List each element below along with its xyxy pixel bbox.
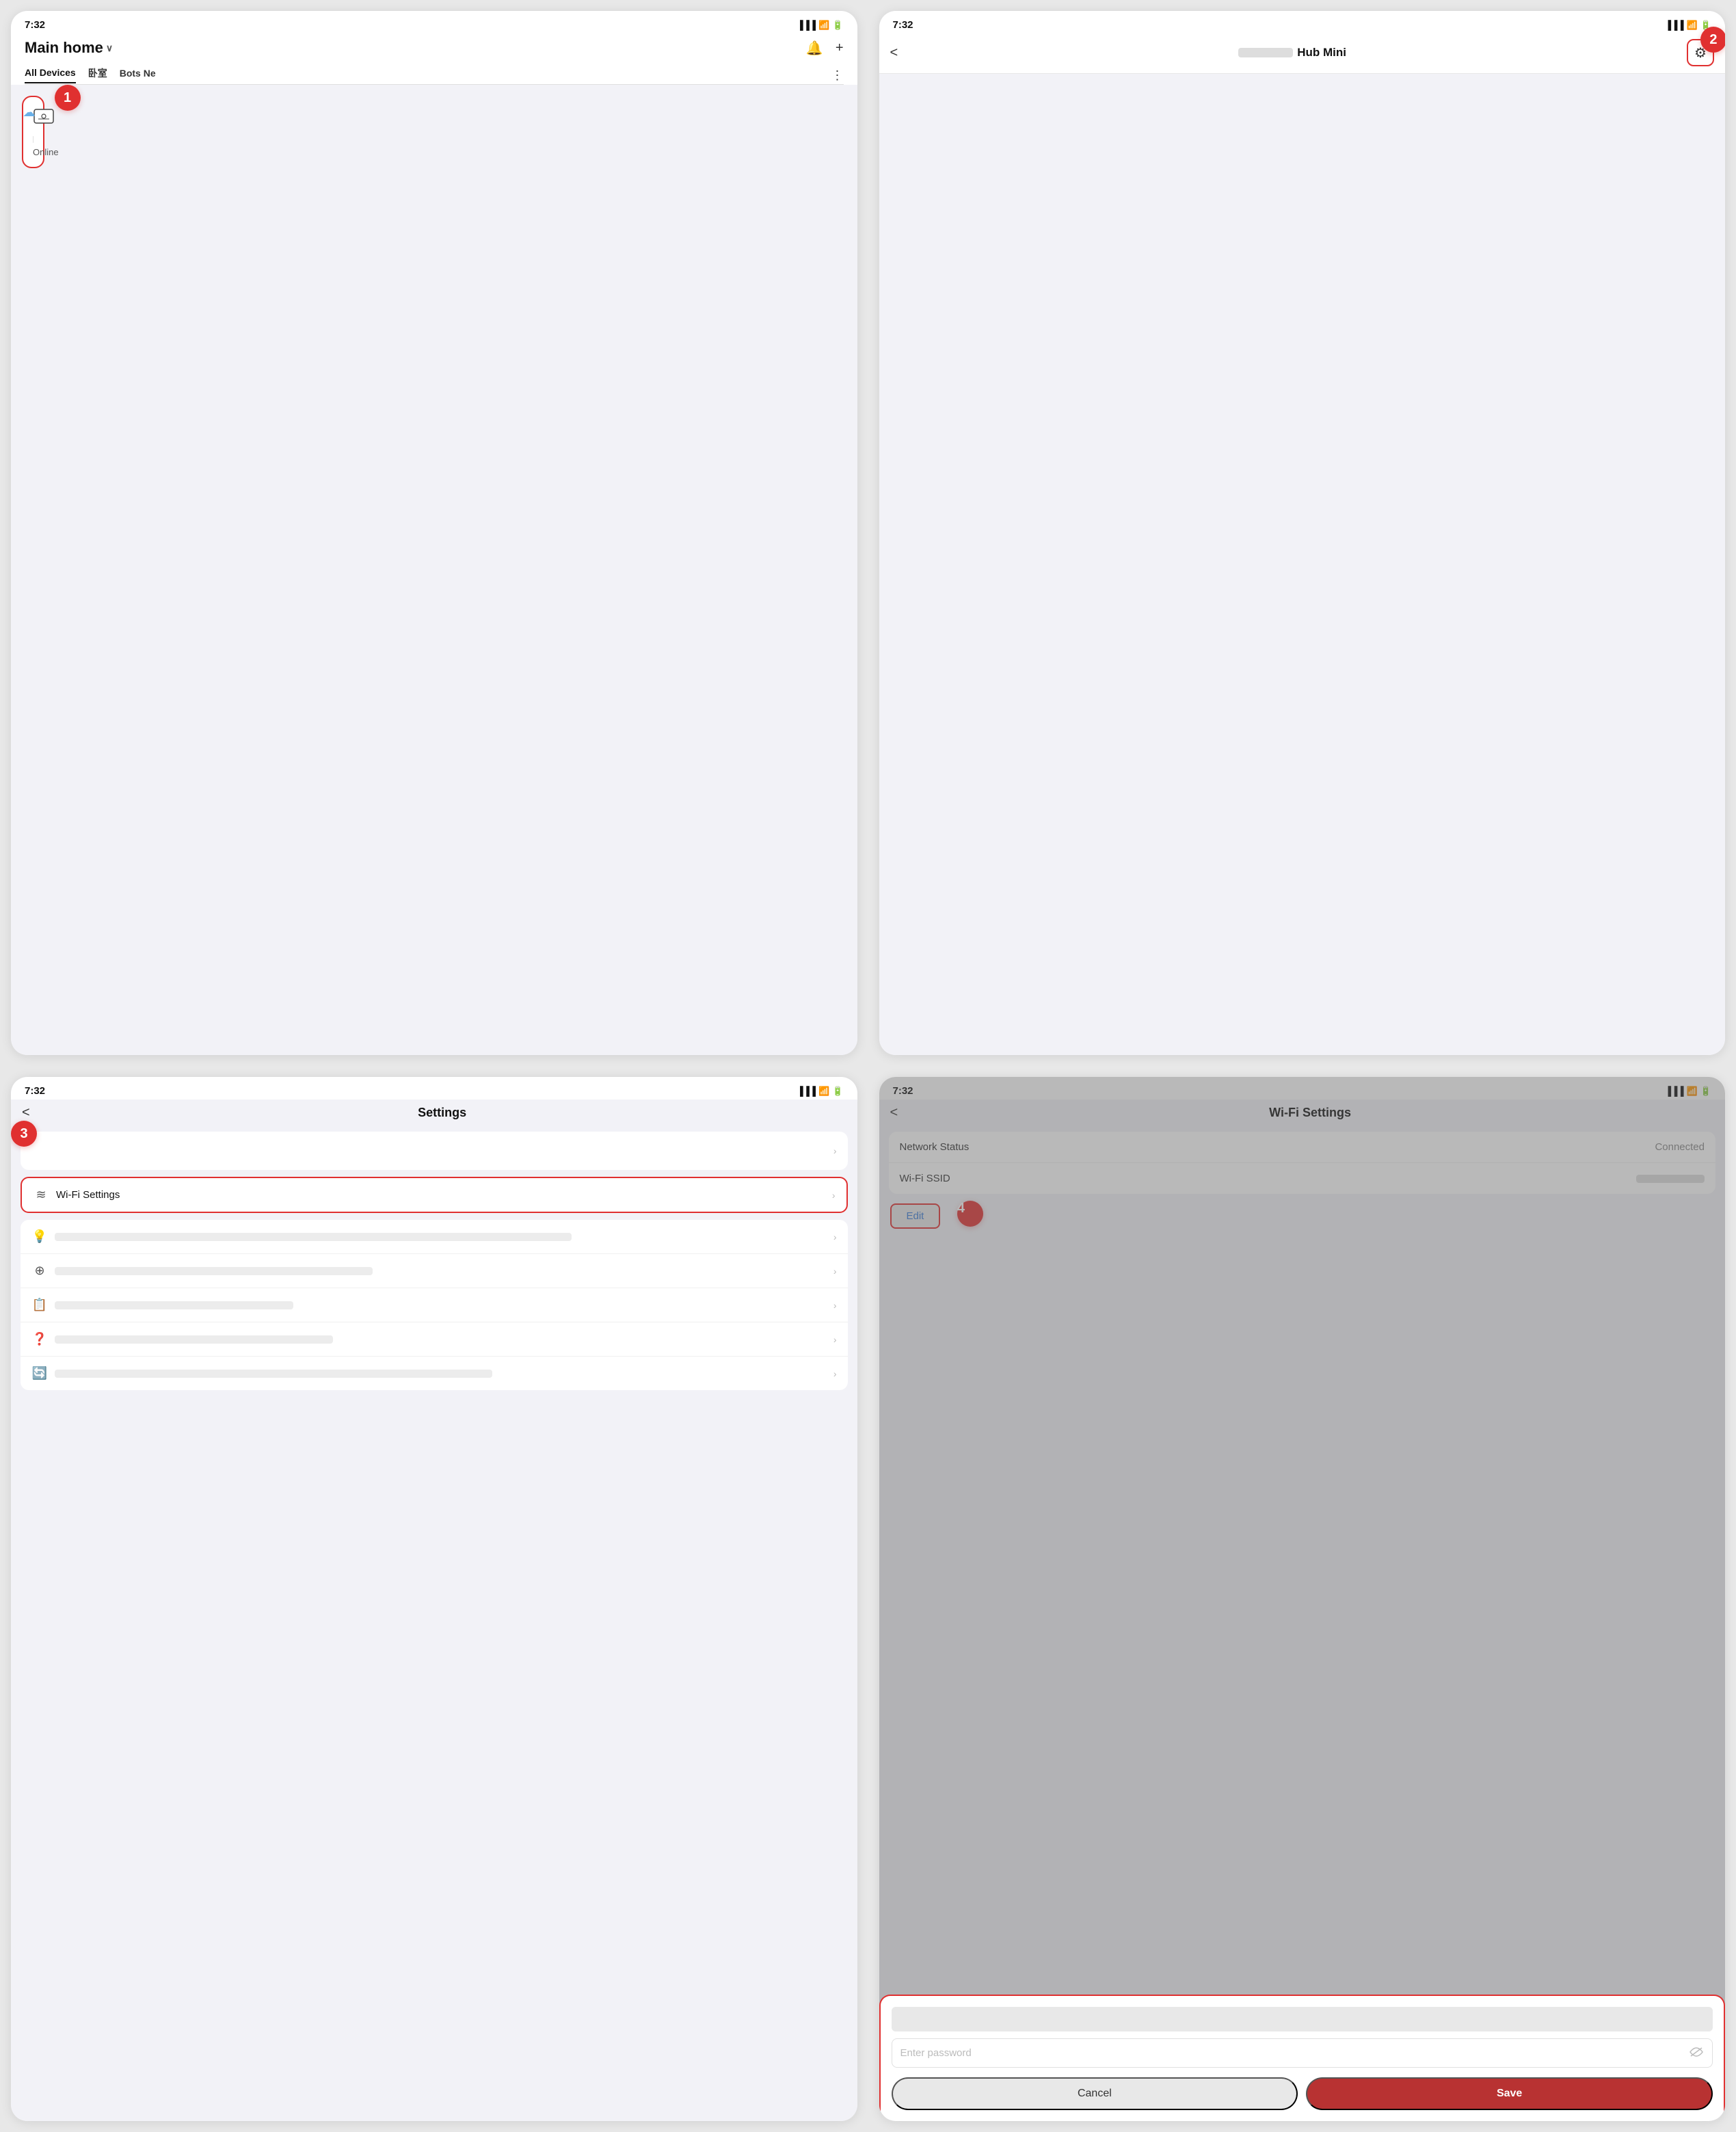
screen-4: 7:32 ▐▐▐ 📶 🔋 < Wi-Fi Settings Network St… bbox=[879, 1077, 1726, 2121]
screen3-title: Settings bbox=[38, 1106, 846, 1120]
step-badge-3: 3 bbox=[11, 1121, 37, 1147]
screen2-body bbox=[879, 74, 1726, 1055]
main-home-title[interactable]: Main home ∨ bbox=[25, 39, 113, 57]
modal-overlay: Enter password Cancel Save bbox=[879, 1077, 1726, 2121]
nfc-label-blurred bbox=[55, 1267, 373, 1275]
more-tabs-icon[interactable]: ⋮ bbox=[831, 68, 844, 83]
signal-icon-2: ▐▐▐ bbox=[1665, 20, 1684, 30]
status-bar-1: 7:32 ▐▐▐ 📶 🔋 bbox=[11, 11, 857, 34]
help-arrow: › bbox=[833, 1334, 837, 1345]
screen-2: 7:32 ▐▐▐ 📶 🔋 < Hub Mini ⚙ 2 bbox=[879, 11, 1726, 1055]
step-badge-1: 1 bbox=[55, 85, 81, 111]
wifi-settings-section: ≋ Wi-Fi Settings › bbox=[21, 1177, 848, 1213]
firmware-left: 🔄 bbox=[31, 1366, 827, 1381]
cloud-icon: ☁ bbox=[23, 105, 35, 120]
wifi-settings-arrow: › bbox=[832, 1190, 836, 1201]
signal-icon: ▐▐▐ bbox=[797, 20, 816, 30]
eye-icon[interactable] bbox=[1689, 2046, 1704, 2060]
status-icons-3: ▐▐▐ 📶 🔋 bbox=[797, 1086, 843, 1097]
back-button-2[interactable]: < bbox=[890, 45, 898, 61]
indicator-light-item[interactable]: 💡 › bbox=[21, 1220, 848, 1254]
status-time-2: 7:32 bbox=[893, 19, 913, 31]
wifi-icon-2: 📶 bbox=[1687, 20, 1698, 31]
indicator-icon: 💡 bbox=[31, 1229, 48, 1244]
help-left: ❓ bbox=[31, 1332, 827, 1346]
status-bar-2: 7:32 ▐▐▐ 📶 🔋 bbox=[879, 11, 1726, 34]
wifi-settings-item[interactable]: ≋ Wi-Fi Settings › bbox=[22, 1178, 846, 1212]
screen-1: 7:32 ▐▐▐ 📶 🔋 Main home ∨ 🔔 + All Devices… bbox=[11, 11, 857, 1055]
nfc-left: ⊕ bbox=[31, 1264, 827, 1278]
indicator-left: 💡 bbox=[31, 1229, 827, 1244]
status-icons-2: ▐▐▐ 📶 🔋 bbox=[1665, 20, 1711, 31]
modal-sheet: Enter password Cancel Save bbox=[879, 1995, 1726, 2121]
log-icon: 📋 bbox=[31, 1298, 48, 1312]
wifi-icon: 📶 bbox=[818, 20, 829, 31]
device-info-card[interactable]: › bbox=[21, 1132, 848, 1170]
log-arrow: › bbox=[833, 1300, 837, 1311]
device-info-arrow: › bbox=[833, 1145, 837, 1156]
save-button[interactable]: Save bbox=[1306, 2077, 1713, 2110]
status-time-1: 7:32 bbox=[25, 19, 45, 31]
log-label-blurred bbox=[55, 1301, 293, 1309]
signal-icon-3: ▐▐▐ bbox=[797, 1086, 816, 1096]
indicator-arrow: › bbox=[833, 1231, 837, 1242]
nfc-arrow: › bbox=[833, 1266, 837, 1277]
wifi-icon-3: 📶 bbox=[818, 1086, 829, 1097]
wifi-settings-icon: ≋ bbox=[33, 1188, 49, 1202]
firmware-icon: 🔄 bbox=[31, 1366, 48, 1381]
screen2-header: < Hub Mini ⚙ 2 bbox=[879, 34, 1726, 74]
status-bar-3: 7:32 ▐▐▐ 📶 🔋 bbox=[11, 1077, 857, 1100]
header-icons: 🔔 + bbox=[806, 40, 844, 57]
battery-icon: 🔋 bbox=[832, 20, 843, 31]
device-card[interactable]: Online ☁ bbox=[22, 96, 44, 168]
tab-bots[interactable]: Bots Ne bbox=[120, 68, 156, 83]
notification-icon[interactable]: 🔔 bbox=[806, 40, 823, 57]
device-name-blurred-2 bbox=[1238, 48, 1293, 57]
screen-3: 7:32 ▐▐▐ 📶 🔋 < Settings › 3 ≋ bbox=[11, 1077, 857, 2121]
help-icon: ❓ bbox=[31, 1332, 48, 1346]
firmware-label-blurred bbox=[55, 1370, 492, 1378]
help-item[interactable]: ❓ › bbox=[21, 1322, 848, 1357]
home-title-text: Main home bbox=[25, 39, 103, 57]
modal-password-row: Enter password bbox=[892, 2038, 1713, 2068]
status-icons-1: ▐▐▐ 📶 🔋 bbox=[797, 20, 843, 31]
tabs-row: All Devices 卧室 Bots Ne ⋮ bbox=[25, 62, 844, 85]
password-placeholder: Enter password bbox=[900, 2047, 1690, 2059]
settings-list: › 3 ≋ Wi-Fi Settings › 💡 › bbox=[11, 1125, 857, 2121]
modal-buttons: Cancel Save bbox=[892, 2077, 1713, 2110]
step-badge-2: 2 bbox=[1700, 27, 1725, 53]
screen1-header: Main home ∨ 🔔 + All Devices 卧室 Bots Ne ⋮ bbox=[11, 34, 857, 85]
nfc-item[interactable]: ⊕ › bbox=[21, 1254, 848, 1288]
log-left: 📋 bbox=[31, 1298, 827, 1312]
screen2-title: Hub Mini bbox=[1297, 46, 1346, 59]
cancel-button[interactable]: Cancel bbox=[892, 2077, 1298, 2110]
device-name-blurred bbox=[33, 136, 34, 143]
firmware-item[interactable]: 🔄 › bbox=[21, 1357, 848, 1390]
nfc-icon: ⊕ bbox=[31, 1264, 48, 1278]
wifi-settings-left: ≋ Wi-Fi Settings bbox=[33, 1188, 825, 1202]
help-label-blurred bbox=[55, 1335, 333, 1344]
battery-icon-3: 🔋 bbox=[832, 1086, 843, 1097]
screen3-header: < Settings bbox=[11, 1100, 857, 1125]
other-settings-section: 💡 › ⊕ › 📋 › ❓ bbox=[21, 1220, 848, 1390]
wifi-settings-label: Wi-Fi Settings bbox=[56, 1189, 120, 1201]
tab-bedroom[interactable]: 卧室 bbox=[88, 66, 107, 84]
title-row: Main home ∨ 🔔 + bbox=[25, 39, 844, 62]
firmware-arrow: › bbox=[833, 1368, 837, 1379]
status-time-3: 7:32 bbox=[25, 1085, 45, 1097]
indicator-label-blurred bbox=[55, 1233, 572, 1241]
chevron-down-icon[interactable]: ∨ bbox=[106, 42, 113, 54]
tab-all-devices[interactable]: All Devices bbox=[25, 67, 76, 83]
modal-ssid-input[interactable] bbox=[892, 2007, 1713, 2031]
device-status: Online bbox=[33, 147, 34, 157]
screen1-body: Online ☁ 1 bbox=[11, 85, 857, 1055]
add-icon[interactable]: + bbox=[836, 40, 844, 56]
back-button-3[interactable]: < bbox=[22, 1105, 30, 1121]
log-item[interactable]: 📋 › bbox=[21, 1288, 848, 1322]
